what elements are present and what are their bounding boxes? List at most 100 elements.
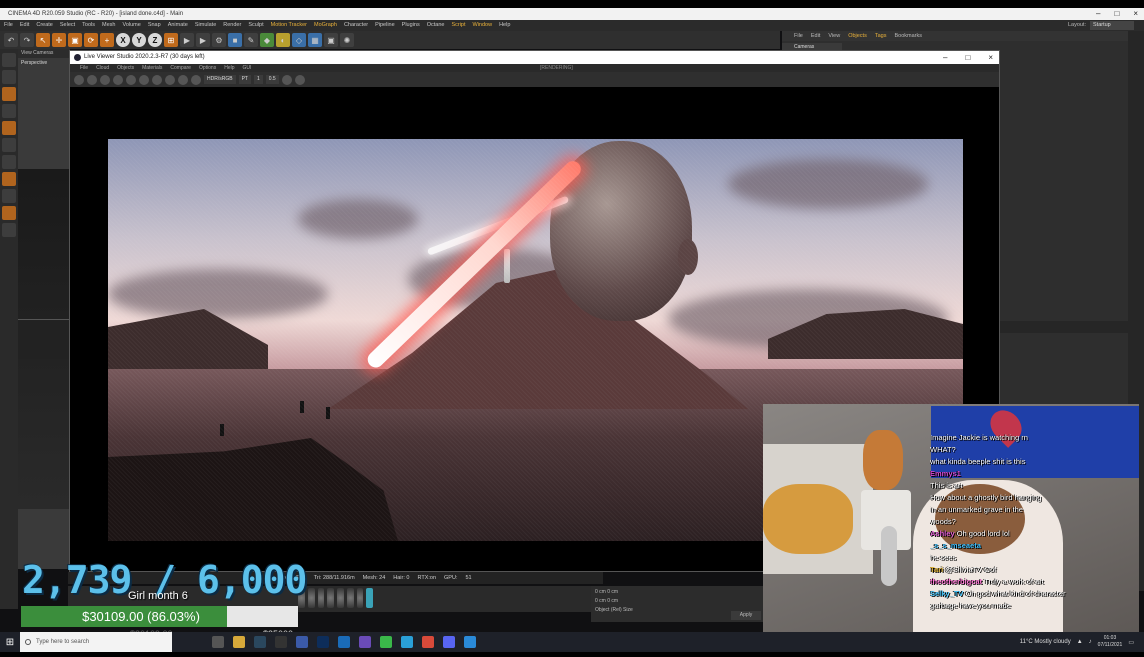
film-region-icon[interactable] (178, 74, 188, 85)
material-swatch[interactable] (327, 588, 334, 608)
material-swatch-water[interactable] (366, 588, 373, 608)
taskbar-search[interactable]: Type here to search (20, 632, 172, 652)
menu-file[interactable]: File (4, 20, 13, 31)
lv-menu-help[interactable]: Help (224, 64, 234, 72)
clay-mode-icon[interactable] (191, 74, 201, 85)
menu-plugins[interactable]: Plugins (402, 20, 420, 31)
sculpt-icon[interactable] (2, 172, 16, 186)
menu-snap[interactable]: Snap (148, 20, 161, 31)
menu-tools[interactable]: Tools (82, 20, 95, 31)
light-icon[interactable]: ✺ (340, 33, 354, 47)
edges-mode-icon[interactable] (2, 104, 16, 118)
move-tool-icon[interactable]: ✛ (52, 33, 66, 47)
om-tab-tags[interactable]: Tags (875, 31, 887, 41)
polygons-mode-icon[interactable] (2, 121, 16, 135)
material-swatch[interactable] (317, 588, 325, 608)
workplane-icon[interactable] (2, 189, 16, 203)
cinema4d-icon[interactable] (296, 636, 308, 648)
menu-octane[interactable]: Octane (427, 20, 445, 31)
pause-icon[interactable] (100, 74, 110, 85)
material-swatch[interactable] (307, 588, 315, 608)
file-explorer-icon[interactable] (233, 636, 245, 648)
scale-tool-icon[interactable]: ▣ (68, 33, 82, 47)
apply-button[interactable]: Apply (731, 611, 761, 620)
material-swatch[interactable] (337, 588, 344, 608)
lv-menu-materials[interactable]: Materials (142, 64, 162, 72)
menu-mesh[interactable]: Mesh (102, 20, 115, 31)
lv-menu-compare[interactable]: Compare (170, 64, 191, 72)
lv-close-icon[interactable]: × (988, 51, 993, 64)
notifications-icon[interactable]: ▭ (1128, 639, 1134, 646)
vscode-icon[interactable] (338, 636, 350, 648)
lv-menu-gui[interactable]: GUI (243, 64, 252, 72)
undo-icon[interactable]: ↶ (4, 33, 18, 47)
restart-render-icon[interactable] (87, 74, 97, 85)
save-image-icon[interactable] (294, 74, 305, 85)
material-picker-icon[interactable] (152, 74, 162, 85)
whatsapp-icon[interactable] (380, 636, 392, 648)
cube-icon[interactable]: ■ (228, 33, 242, 47)
menu-simulate[interactable]: Simulate (195, 20, 216, 31)
menu-mograph[interactable]: MoGraph (314, 20, 337, 31)
y-axis-icon[interactable]: Y (132, 33, 146, 47)
viewport-menu[interactable]: View Cameras (18, 49, 70, 58)
coord-row-1[interactable]: 0 cm 0 cm (595, 588, 765, 597)
menu-create[interactable]: Create (36, 20, 53, 31)
add-tool-icon[interactable]: + (100, 33, 114, 47)
lock-icon[interactable] (2, 206, 16, 220)
world-coord-icon[interactable]: ⊞ (164, 33, 178, 47)
chat-username[interactable]: Emmys1 (930, 469, 961, 478)
om-tab-bookmarks[interactable]: Bookmarks (894, 31, 922, 41)
camera-icon[interactable]: ▣ (324, 33, 338, 47)
chat-username[interactable]: Ashley (930, 529, 955, 538)
menu-motion-tracker[interactable]: Motion Tracker (271, 20, 307, 31)
subdivision-icon[interactable]: ◆ (260, 33, 274, 47)
axis-mode-icon[interactable] (2, 138, 16, 152)
chat-username[interactable]: Tari (930, 565, 943, 574)
layout-select[interactable]: Startup (1090, 21, 1134, 30)
lock-icon-lv[interactable] (139, 74, 149, 85)
chat-username[interactable]: theotherbigcat (930, 577, 982, 586)
weather-text[interactable]: 11°C Mostly cloudy (1020, 639, 1071, 645)
om-tab-edit[interactable]: Edit (811, 31, 820, 41)
zoom-b[interactable]: 0.5 (265, 75, 279, 84)
menu-help[interactable]: Help (499, 20, 510, 31)
stop-icon[interactable] (113, 74, 123, 85)
z-axis-icon[interactable]: Z (148, 33, 162, 47)
start-button[interactable]: ⊞ (0, 632, 20, 652)
menu-script[interactable]: Script (451, 20, 465, 31)
menu-select[interactable]: Select (60, 20, 75, 31)
photoshop-icon[interactable] (317, 636, 329, 648)
field-icon[interactable]: ◇ (292, 33, 306, 47)
lv-menu-objects[interactable]: Objects (117, 64, 134, 72)
texture-mode-icon[interactable] (2, 70, 16, 84)
clock[interactable]: 01:03 07/11/2021 (1098, 635, 1123, 649)
lv-menu-cloud[interactable]: Cloud (96, 64, 109, 72)
telegram-icon[interactable] (401, 636, 413, 648)
render-settings-icon[interactable]: ⚙ (212, 33, 226, 47)
viewport[interactable]: View Cameras Perspective (18, 49, 70, 569)
lv-menu-file[interactable]: File (80, 64, 88, 72)
color-mode-select[interactable]: HDR/sRGB (204, 75, 236, 84)
obs-icon[interactable] (275, 636, 287, 648)
snap-icon[interactable] (2, 155, 16, 169)
zoom-a[interactable]: 1 (253, 75, 263, 84)
network-icon[interactable]: ▲ (1077, 639, 1083, 645)
maximize-icon[interactable]: □ (1114, 8, 1119, 20)
om-tab-file[interactable]: File (794, 31, 803, 41)
chat-username[interactable]: _s_s_mseaeta (930, 541, 981, 550)
rotate-tool-icon[interactable]: ⟳ (84, 33, 98, 47)
lv-maximize-icon[interactable]: □ (965, 51, 970, 64)
task-view-icon[interactable] (212, 636, 224, 648)
kernel-select[interactable]: PT (238, 75, 251, 84)
lv-menu-options[interactable]: Options (199, 64, 216, 72)
points-mode-icon[interactable] (2, 87, 16, 101)
x-axis-icon[interactable]: X (116, 33, 130, 47)
minimize-icon[interactable]: – (1096, 8, 1100, 20)
volume-icon[interactable]: ♪ (1089, 639, 1092, 645)
menu-window[interactable]: Window (473, 20, 493, 31)
menu-animate[interactable]: Animate (168, 20, 188, 31)
chrome-icon[interactable] (422, 636, 434, 648)
settings-gear-icon[interactable] (74, 74, 84, 85)
close-icon[interactable]: × (1133, 8, 1138, 20)
